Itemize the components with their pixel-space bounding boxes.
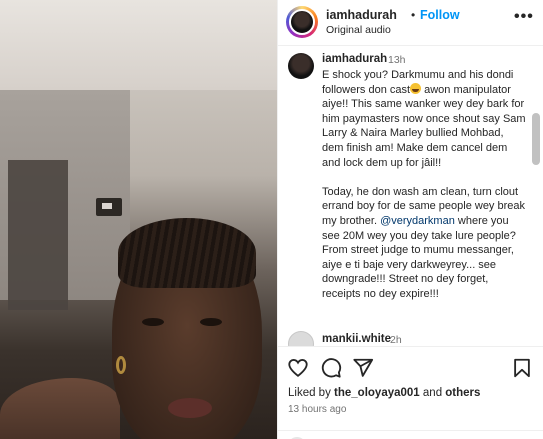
comment-avatar[interactable] [288,53,314,79]
liked-by-user[interactable]: the_oloyaya001 [334,387,420,399]
comment-icon[interactable] [320,357,342,379]
post-timestamp[interactable]: 13 hours ago [288,404,346,415]
scrollbar-thumb[interactable] [532,113,540,165]
grinning-sweat-emoji-icon [410,82,422,94]
more-options-icon[interactable]: ••• [514,8,534,26]
bookmark-icon[interactable] [511,357,533,379]
header-separator: • [411,8,416,22]
video-person-hair [118,218,256,288]
video-person-eye-right [200,318,222,326]
liked-by-others[interactable]: others [445,387,480,399]
post-header: iamhadurah • Follow Original audio ••• [278,0,543,46]
likes-prefix: Liked by [288,387,335,399]
comment-username[interactable]: iamhadurah [322,53,387,65]
avatar[interactable] [289,9,315,35]
add-comment-bar[interactable] [278,430,543,439]
video-person-earring [116,356,126,374]
likes-summary: Liked by the_oloyaya001 and others [288,387,480,399]
comment2-time: 2h [390,334,402,346]
video-person-mouth [168,398,212,418]
comments-list[interactable]: iamhadurah 13h E shock you? Darkmumu and… [278,47,543,346]
comment-time: 13h [388,54,406,66]
comment2-avatar[interactable] [288,331,314,346]
video-light-switch [96,198,122,216]
mention-link[interactable]: @verydarkman [380,215,455,227]
comment-text-part: where you see 20M wey you dey take lure … [322,214,516,300]
video-player[interactable] [0,0,277,439]
video-ceiling [0,0,277,90]
likes-and: and [419,387,446,399]
follow-button[interactable]: Follow [420,8,460,22]
comment-text-part: awon manipulator aiye!! This same wanker… [322,83,526,169]
send-icon[interactable] [352,357,374,379]
audio-label[interactable]: Original audio [326,24,391,36]
video-person-eye-left [142,318,164,326]
comment-text: E shock you? Darkmumu and his dondi foll… [322,68,527,302]
heart-icon[interactable] [287,357,309,379]
action-bar: Liked by the_oloyaya001 and others 13 ho… [278,346,543,439]
video-doorway [8,160,68,310]
comment2-username[interactable]: mankii.white [322,333,391,345]
video-shoulder [0,378,120,439]
post-panel: iamhadurah • Follow Original audio ••• i… [277,0,543,439]
header-username[interactable]: iamhadurah [326,8,397,22]
story-ring[interactable] [286,6,318,38]
